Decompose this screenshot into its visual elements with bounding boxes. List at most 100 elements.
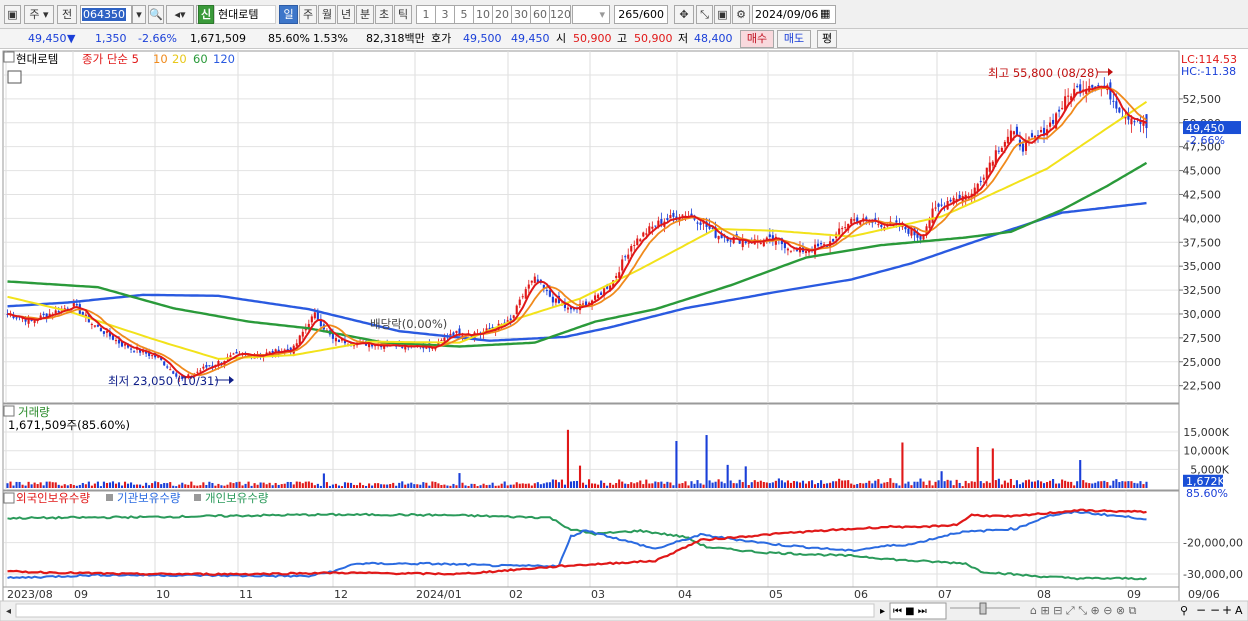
zoom-slider[interactable] (979, 602, 987, 615)
interval-10[interactable]: 10 (473, 5, 493, 24)
candle-body (931, 208, 934, 223)
volume-bar (657, 482, 660, 488)
candle-body (880, 224, 883, 228)
volume-bar (449, 485, 452, 488)
crosshair-icon[interactable]: ✥ (674, 5, 694, 24)
interval-select[interactable]: ▾ (572, 5, 610, 24)
candle-body (1115, 101, 1118, 109)
volume-bar (1130, 481, 1133, 488)
scroll-right-icon[interactable]: ▸ (880, 606, 885, 617)
interval-30[interactable]: 30 (511, 5, 531, 24)
volume-bar (895, 483, 898, 488)
period-year[interactable]: 년 (337, 5, 355, 24)
period-second[interactable]: 초 (375, 5, 393, 24)
table-icon[interactable] (7, 70, 22, 84)
volume-bar (184, 484, 187, 488)
type-select[interactable]: 주 ▾ (24, 5, 54, 24)
candle-body (75, 304, 78, 306)
settings-icon[interactable]: ⚙ (732, 5, 750, 24)
font-size-icon[interactable]: A (1235, 604, 1243, 617)
calendar-icon[interactable]: ▦ (820, 7, 830, 20)
candle-body (747, 242, 750, 244)
volume-bar (139, 484, 142, 488)
volume-bar (566, 429, 570, 488)
volume-bar (497, 485, 500, 488)
speaker-icon[interactable]: ◂▾ (166, 5, 194, 24)
candle-body (1112, 100, 1115, 102)
tool-icons[interactable]: ⌂ ⊞ ⊟ ⤢ ⤡ ⊕ ⊖ ⊗ ⧉ (1030, 604, 1137, 617)
period-week[interactable]: 주 (299, 5, 317, 24)
volume-bar (392, 482, 395, 488)
volume-bar (163, 482, 166, 488)
code-input[interactable]: 064350 (80, 5, 132, 24)
count-input[interactable]: 265/600 (614, 5, 668, 24)
interval-60[interactable]: 60 (530, 5, 550, 24)
candle-body (1145, 114, 1148, 129)
candle-body (1091, 84, 1094, 88)
search-icon[interactable]: 🔍 (148, 5, 164, 24)
zoom-search-icon[interactable]: ⚲ (1180, 604, 1188, 617)
volume-bar (1058, 483, 1061, 488)
volume-bar (93, 483, 96, 488)
panel-handle-icon[interactable] (3, 51, 15, 63)
volume-bar (160, 484, 163, 488)
buy-button[interactable]: 매수 (740, 30, 774, 48)
volume-bar (515, 482, 518, 488)
volume-bar (768, 483, 771, 488)
scroll-track[interactable] (15, 603, 875, 618)
volume-bar (982, 483, 985, 488)
volume-bar (810, 480, 814, 488)
y-tick-label: 30,000 (1183, 308, 1222, 321)
candle-body (1033, 135, 1037, 138)
candle-body (997, 150, 1000, 152)
candle-body (786, 248, 789, 251)
stock-chart[interactable]: 현대로템 종가 단순 5 10 20 60 120 최고 55,800 (08/… (0, 50, 1248, 621)
x-tick-label: 2024/01 (416, 588, 462, 601)
zoom-in-icon[interactable]: + (1222, 603, 1232, 617)
minus-icon[interactable]: − (1210, 603, 1220, 617)
volume-bar (1021, 482, 1025, 488)
nav-first-icon[interactable]: ⏮ ■ ⏭ (893, 606, 927, 617)
code-dropdown-icon[interactable]: ▾ (132, 5, 146, 24)
volume-bar (889, 478, 892, 488)
volume-handle-icon[interactable] (3, 405, 15, 417)
interval-3[interactable]: 3 (435, 5, 455, 24)
volume-bar (464, 485, 467, 488)
period-minute[interactable]: 분 (356, 5, 374, 24)
chart-area[interactable]: 현대로템 종가 단순 5 10 20 60 120 최고 55,800 (08/… (0, 50, 1248, 621)
period-month[interactable]: 월 (318, 5, 336, 24)
candle-body (982, 177, 985, 180)
interval-20[interactable]: 20 (492, 5, 512, 24)
holdings-handle-icon[interactable] (3, 492, 15, 504)
volume-bar (133, 484, 136, 488)
volume-bar (157, 482, 160, 488)
volume-tick-label: 15,000K (1183, 426, 1229, 439)
period-tick[interactable]: 틱 (394, 5, 412, 24)
candle-body (636, 238, 639, 246)
layout-icon[interactable]: ▣ (4, 5, 21, 24)
scroll-left-icon[interactable]: ◂ (6, 606, 11, 617)
volume-bar (169, 482, 172, 488)
x-last-label: 09/06 (1188, 588, 1220, 601)
volume-bar (482, 483, 485, 488)
volume-bar (1139, 481, 1142, 488)
period-day[interactable]: 일 (279, 5, 298, 24)
zoom-out-icon[interactable]: − (1196, 603, 1206, 617)
save-icon[interactable]: ▣ (714, 5, 731, 24)
sell-button[interactable]: 매도 (777, 30, 811, 48)
volume-bar (274, 482, 277, 488)
prev-button[interactable]: 전 (57, 5, 77, 24)
interval-120[interactable]: 120 (549, 5, 571, 24)
volume-bar (488, 484, 491, 488)
interval-1[interactable]: 1 (416, 5, 436, 24)
candle-body (768, 234, 771, 238)
volume-bar (723, 483, 726, 488)
drawing-icon[interactable]: ⤡ (696, 5, 713, 24)
eval-button[interactable]: 평 (817, 30, 837, 48)
candle-body (696, 222, 699, 224)
candle-body (744, 241, 747, 244)
volume-frame (2, 403, 1180, 491)
interval-5[interactable]: 5 (454, 5, 474, 24)
candle-body (202, 366, 205, 369)
volume-bar (250, 485, 253, 488)
